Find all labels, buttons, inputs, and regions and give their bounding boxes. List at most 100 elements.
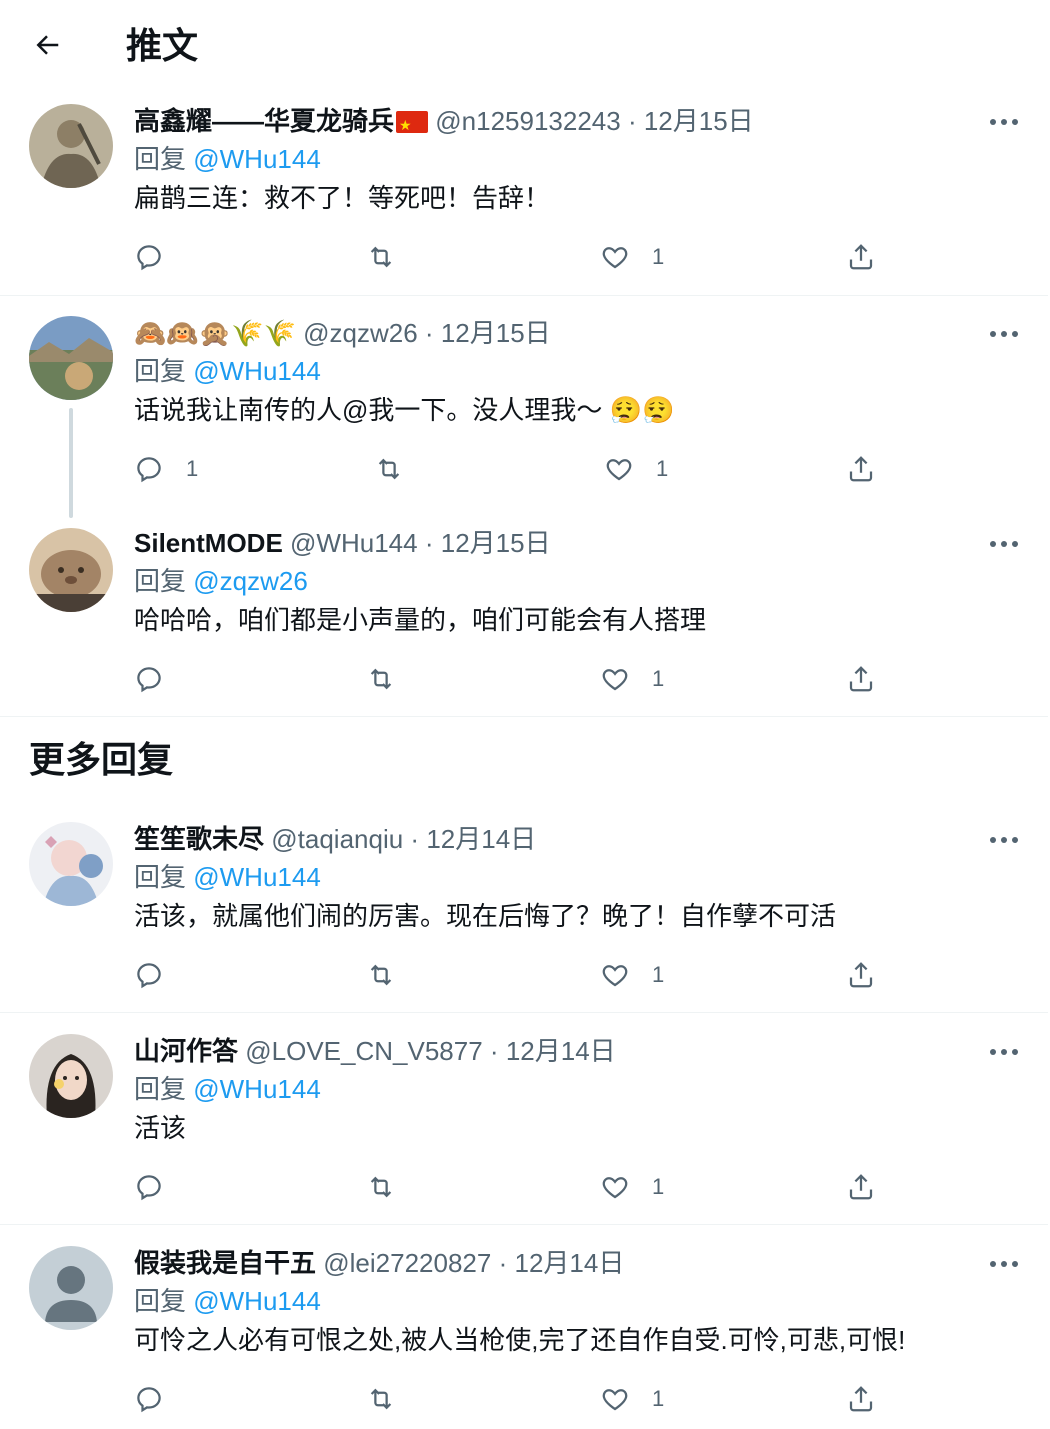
reply-icon bbox=[137, 245, 161, 271]
reply-icon bbox=[137, 1175, 161, 1201]
reply-mention-link[interactable]: @WHu144 bbox=[193, 1074, 321, 1104]
retweet-button[interactable] bbox=[366, 955, 396, 995]
avatar[interactable] bbox=[29, 316, 113, 400]
more-button[interactable] bbox=[984, 1254, 1024, 1274]
tweet-date[interactable]: 12月15日 bbox=[644, 106, 754, 136]
reply-mention-link[interactable]: @WHu144 bbox=[193, 144, 321, 174]
retweet-icon bbox=[378, 458, 400, 480]
share-button[interactable] bbox=[846, 237, 876, 277]
more-button[interactable] bbox=[984, 112, 1024, 132]
reply-button[interactable] bbox=[134, 237, 186, 277]
tweet[interactable]: 假装我是自干五 @lei27220827 · 12月14日 回复 @WHu144… bbox=[0, 1234, 1048, 1429]
retweet-button[interactable] bbox=[366, 659, 396, 699]
reply-prefix: 回复 bbox=[134, 862, 187, 892]
retweet-button[interactable] bbox=[374, 449, 404, 489]
tweet[interactable]: 高鑫耀——华夏龙骑兵 @n1259132243 · 12月15日 回复 @WHu… bbox=[0, 92, 1048, 296]
user-handle[interactable]: @lei27220827 bbox=[323, 1248, 491, 1278]
retweet-button[interactable] bbox=[366, 1379, 396, 1419]
tweet-actions: 1 bbox=[0, 659, 1048, 699]
user-handle[interactable]: @LOVE_CN_V5877 bbox=[245, 1036, 482, 1066]
retweet-icon bbox=[370, 668, 392, 690]
more-icon bbox=[990, 1261, 1018, 1267]
tweet-date[interactable]: 12月14日 bbox=[514, 1248, 624, 1278]
share-icon bbox=[849, 962, 873, 988]
share-icon bbox=[849, 666, 873, 692]
display-name[interactable]: 🙈🙉🙊🌾🌾 bbox=[134, 318, 296, 348]
share-button[interactable] bbox=[846, 449, 876, 489]
reply-icon bbox=[137, 1387, 161, 1413]
share-button[interactable] bbox=[846, 955, 876, 995]
tweet[interactable]: 笙笙歌未尽 @taqianqiu · 12月14日 回复 @WHu144 活该，… bbox=[0, 810, 1048, 1013]
back-button[interactable] bbox=[24, 22, 70, 68]
more-button[interactable] bbox=[984, 324, 1024, 344]
reply-button[interactable]: 1 bbox=[134, 449, 198, 489]
avatar[interactable] bbox=[29, 528, 113, 612]
like-icon bbox=[602, 965, 628, 987]
more-replies-heading: 更多回复 bbox=[29, 739, 174, 780]
user-handle[interactable]: @WHu144 bbox=[290, 528, 418, 558]
avatar[interactable] bbox=[29, 1034, 113, 1118]
like-button[interactable]: 1 bbox=[600, 955, 664, 995]
share-button[interactable] bbox=[846, 1167, 876, 1207]
default-avatar-icon bbox=[29, 1246, 113, 1330]
reply-mention-link[interactable]: @WHu144 bbox=[193, 862, 321, 892]
user-handle[interactable]: @zqzw26 bbox=[303, 318, 418, 348]
share-icon bbox=[849, 1174, 873, 1200]
reply-prefix: 回复 bbox=[134, 1074, 187, 1104]
tweet[interactable]: 🙈🙉🙊🌾🌾 @zqzw26 · 12月15日 回复 @WHu144 话说我让南传… bbox=[0, 304, 1048, 518]
like-icon bbox=[602, 1389, 628, 1411]
share-icon bbox=[849, 456, 873, 482]
tweet-date[interactable]: 12月15日 bbox=[441, 318, 551, 348]
replying-to: 回复 @WHu144 bbox=[134, 860, 321, 894]
replying-to: 回复 @WHu144 bbox=[134, 142, 321, 176]
display-name[interactable]: 假装我是自干五 bbox=[134, 1248, 316, 1278]
display-name[interactable]: 笙笙歌未尽 bbox=[134, 824, 264, 854]
retweet-icon bbox=[370, 246, 392, 268]
share-button[interactable] bbox=[846, 659, 876, 699]
reply-button[interactable] bbox=[134, 1167, 186, 1207]
reply-mention-link[interactable]: @WHu144 bbox=[193, 356, 321, 386]
tweet-header: SilentMODE @WHu144 · 12月15日 bbox=[134, 526, 551, 560]
display-name[interactable]: 高鑫耀——华夏龙骑兵 bbox=[134, 106, 394, 136]
reply-button[interactable] bbox=[134, 1379, 186, 1419]
reply-button[interactable] bbox=[134, 955, 186, 995]
tweet-header: 高鑫耀——华夏龙骑兵 @n1259132243 · 12月15日 bbox=[134, 104, 754, 142]
avatar[interactable] bbox=[29, 822, 113, 906]
back-arrow-icon bbox=[36, 35, 59, 55]
page-header: 推文 bbox=[0, 0, 1050, 92]
like-icon bbox=[602, 247, 628, 269]
tweet-date[interactable]: 12月14日 bbox=[426, 824, 536, 854]
separator-dot: · bbox=[627, 106, 637, 136]
display-name[interactable]: SilentMODE bbox=[134, 528, 283, 558]
share-button[interactable] bbox=[846, 1379, 876, 1419]
more-button[interactable] bbox=[984, 534, 1024, 554]
page-title: 推文 bbox=[126, 25, 199, 66]
like-button[interactable]: 1 bbox=[604, 449, 668, 489]
tweet-date[interactable]: 12月14日 bbox=[506, 1036, 616, 1066]
like-icon bbox=[602, 669, 628, 691]
reply-mention-link[interactable]: @zqzw26 bbox=[193, 566, 308, 596]
tweet-date[interactable]: 12月15日 bbox=[441, 528, 551, 558]
like-button[interactable]: 1 bbox=[600, 237, 664, 277]
reply-mention-link[interactable]: @WHu144 bbox=[193, 1286, 321, 1316]
replying-to: 回复 @WHu144 bbox=[134, 1072, 321, 1106]
separator-dot: · bbox=[410, 824, 420, 854]
tweet[interactable]: 山河作答 @LOVE_CN_V5877 · 12月14日 回复 @WHu144 … bbox=[0, 1022, 1048, 1225]
display-name[interactable]: 山河作答 bbox=[134, 1036, 238, 1066]
reply-prefix: 回复 bbox=[134, 144, 187, 174]
like-button[interactable]: 1 bbox=[600, 659, 664, 699]
more-button[interactable] bbox=[984, 830, 1024, 850]
tweet[interactable]: SilentMODE @WHu144 · 12月15日 回复 @zqzw26 哈… bbox=[0, 514, 1048, 716]
avatar[interactable] bbox=[29, 1246, 113, 1330]
retweet-button[interactable] bbox=[366, 237, 396, 277]
avatar[interactable] bbox=[29, 104, 113, 188]
user-handle[interactable]: @taqianqiu bbox=[271, 824, 403, 854]
tweet-actions: 1 bbox=[0, 1167, 1048, 1207]
user-handle[interactable]: @n1259132243 bbox=[435, 106, 620, 136]
retweet-button[interactable] bbox=[366, 1167, 396, 1207]
like-button[interactable]: 1 bbox=[600, 1379, 664, 1419]
more-button[interactable] bbox=[984, 1042, 1024, 1062]
reply-button[interactable] bbox=[134, 659, 186, 699]
tweet-header: 山河作答 @LOVE_CN_V5877 · 12月14日 bbox=[134, 1034, 616, 1068]
like-button[interactable]: 1 bbox=[600, 1167, 664, 1207]
